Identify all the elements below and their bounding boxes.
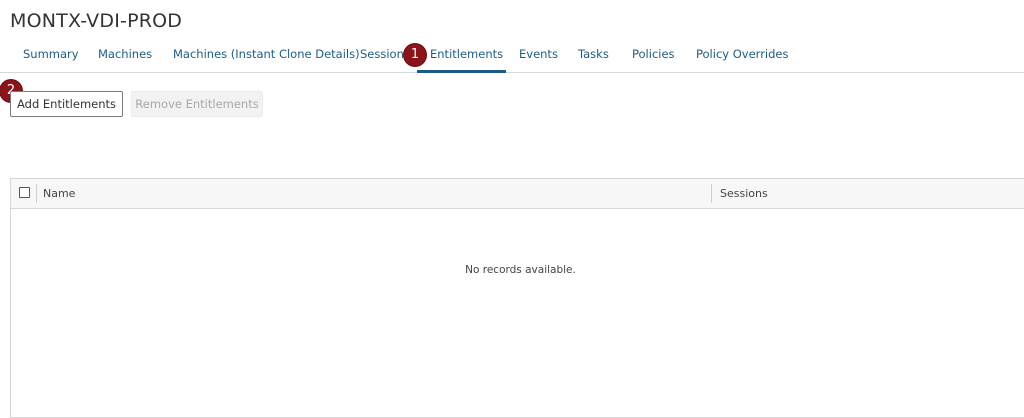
entitlements-table: Name Sessions No records available.	[10, 178, 1024, 418]
tab-sessions[interactable]: Sessions	[360, 40, 410, 70]
tab-summary[interactable]: Summary	[23, 40, 79, 70]
tab-machines-instant-clone-details[interactable]: Machines (Instant Clone Details)	[173, 40, 360, 70]
page-title: MONTX-VDI-PROD	[10, 10, 183, 32]
add-entitlements-button[interactable]: Add Entitlements	[10, 91, 123, 117]
tab-policy-overrides[interactable]: Policy Overrides	[696, 40, 788, 70]
remove-entitlements-button: Remove Entitlements	[131, 91, 263, 117]
tab-bar: Summary Machines Machines (Instant Clone…	[0, 40, 1024, 73]
empty-state-message: No records available.	[465, 264, 576, 276]
tab-entitlements[interactable]: Entitlements	[430, 40, 503, 70]
tab-events[interactable]: Events	[519, 40, 558, 70]
column-header-name[interactable]: Name	[43, 179, 75, 208]
column-divider	[36, 184, 37, 203]
tab-policies[interactable]: Policies	[632, 40, 675, 70]
column-header-sessions[interactable]: Sessions	[720, 179, 768, 208]
tab-machines[interactable]: Machines	[98, 40, 152, 70]
active-tab-indicator	[417, 70, 506, 73]
callout-badge-1: 1	[404, 44, 426, 66]
table-header: Name Sessions	[11, 179, 1024, 209]
column-divider	[711, 184, 712, 203]
tab-tasks[interactable]: Tasks	[578, 40, 609, 70]
select-all-checkbox[interactable]	[19, 187, 30, 198]
